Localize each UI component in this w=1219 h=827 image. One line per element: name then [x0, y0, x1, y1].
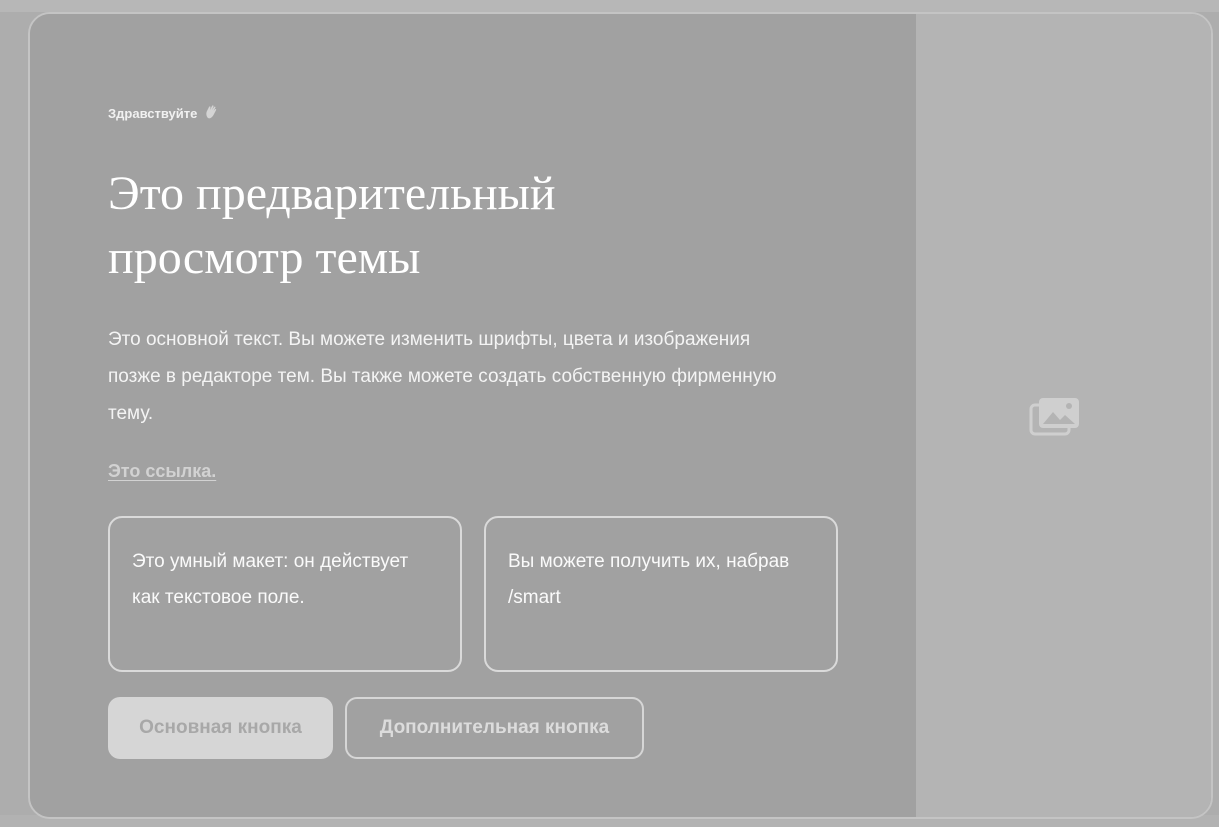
image-placeholder-panel[interactable] — [916, 14, 1211, 817]
greeting-label: Здравствуйте — [108, 105, 198, 121]
preview-content-panel: Здравствуйте Это предварительный просмот… — [30, 14, 916, 817]
smart-layout-box[interactable]: Вы можете получить их, набрав /smart — [484, 516, 838, 672]
preview-title: Это предварительный просмотр темы — [108, 167, 556, 284]
secondary-button[interactable]: Дополнительная кнопка — [345, 697, 644, 759]
preview-body-text: Это основной текст. Вы можете изменить ш… — [108, 329, 777, 424]
sample-link[interactable]: Это ссылка. — [108, 461, 216, 482]
greeting: Здравствуйте — [108, 105, 217, 121]
primary-button[interactable]: Основная кнопка — [108, 697, 333, 759]
image-placeholder-icon — [1029, 396, 1081, 436]
smart-layout-box[interactable]: Это умный макет: он действует как тексто… — [108, 516, 462, 672]
theme-preview-card: Здравствуйте Это предварительный просмот… — [28, 12, 1213, 819]
backdrop-top-strip — [0, 0, 1219, 12]
waving-hand-icon — [205, 105, 217, 121]
